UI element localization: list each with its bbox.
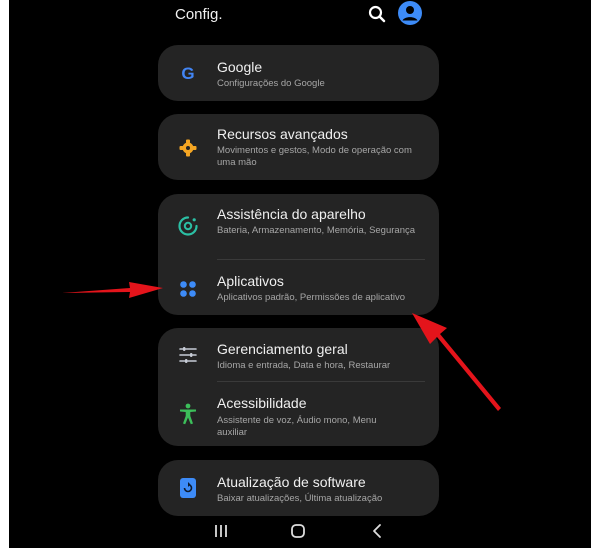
settings-item-device-care[interactable]: Assistência do aparelho Bateria, Armazen… — [158, 194, 439, 260]
item-title: Acessibilidade — [217, 395, 307, 411]
settings-item-google[interactable]: G Google Configurações do Google — [158, 45, 439, 101]
google-g-icon: G — [181, 64, 195, 83]
sliders-icon — [176, 343, 200, 367]
item-title: Assistência do aparelho — [217, 206, 366, 222]
item-subtitle: Configurações do Google — [217, 78, 325, 89]
account-avatar-button[interactable] — [398, 1, 422, 25]
search-icon — [368, 5, 386, 23]
puzzle-gear-icon — [176, 136, 200, 160]
device-care-icon — [176, 214, 200, 238]
update-icon — [176, 476, 200, 500]
card-advanced-features: Recursos avançados Movimentos e gestos, … — [158, 114, 439, 180]
item-title: Recursos avançados — [217, 126, 348, 142]
card-general-and-accessibility: Gerenciamento geral Idioma e entrada, Da… — [158, 328, 439, 446]
item-title: Gerenciamento geral — [217, 341, 348, 357]
item-title: Aplicativos — [217, 273, 284, 289]
card-google: G Google Configurações do Google — [158, 45, 439, 101]
nav-back-button[interactable] — [368, 522, 386, 540]
search-button[interactable] — [365, 2, 389, 26]
item-title: Google — [217, 59, 263, 75]
apps-grid-icon — [176, 277, 200, 301]
item-subtitle: Movimentos e gestos, Modo de operação co… — [217, 145, 412, 168]
card-device-and-apps: Assistência do aparelho Bateria, Armazen… — [158, 194, 439, 315]
home-icon — [291, 524, 305, 538]
item-subtitle: Assistente de voz, Áudio mono, Menu auxi… — [217, 415, 377, 438]
card-software-update: Atualização de software Baixar atualizaç… — [158, 460, 439, 516]
accessibility-person-icon — [176, 402, 200, 426]
recents-icon — [215, 525, 227, 537]
item-subtitle: Idioma e entrada, Data e hora, Restaurar — [217, 360, 391, 371]
settings-item-general-management[interactable]: Gerenciamento geral Idioma e entrada, Da… — [158, 328, 439, 381]
account-icon — [398, 1, 422, 25]
item-subtitle: Baixar atualizações, Última atualização — [217, 493, 383, 504]
phone-screen: Config. G Google Configurações do Google — [9, 0, 591, 548]
settings-item-accessibility[interactable]: Acessibilidade Assistente de voz, Áudio … — [158, 382, 439, 446]
item-subtitle: Aplicativos padrão, Permissões de aplica… — [217, 292, 405, 303]
back-icon — [373, 524, 381, 538]
settings-item-software-update[interactable]: Atualização de software Baixar atualizaç… — [158, 460, 439, 516]
top-bar: Config. — [9, 0, 591, 34]
settings-item-apps[interactable]: Aplicativos Aplicativos padrão, Permissõ… — [158, 260, 439, 315]
item-title: Atualização de software — [217, 474, 366, 490]
navigation-bar — [9, 514, 591, 548]
nav-home-button[interactable] — [289, 522, 307, 540]
nav-recents-button[interactable] — [212, 522, 230, 540]
settings-item-advanced-features[interactable]: Recursos avançados Movimentos e gestos, … — [158, 114, 439, 180]
page-title: Config. — [175, 6, 223, 23]
item-subtitle: Bateria, Armazenamento, Memória, Seguran… — [217, 225, 416, 236]
